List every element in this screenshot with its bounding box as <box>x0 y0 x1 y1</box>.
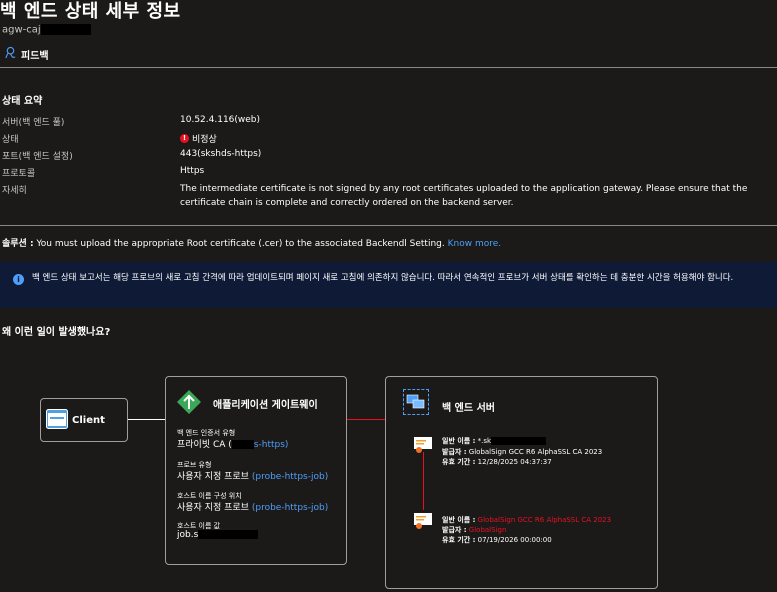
gateway-value-hostname-source: 사용자 지정 프로브 (probe-https-job) <box>177 500 328 513</box>
know-more-link[interactable]: Know more. <box>448 239 502 249</box>
page-title: 백 엔드 상태 세부 정보 <box>0 1 181 22</box>
feedback-label: 피드백 <box>21 50 49 62</box>
summary-label-protocol: 프로토콜 <box>2 169 36 179</box>
cert1-issuer-value: GlobalSign GCC R6 AlphaSSL CA 2023 <box>468 448 603 456</box>
cert-type-text: 프라이빗 CA ( <box>177 440 232 450</box>
redacted-block <box>491 437 547 445</box>
gateway-value-hostname-value: job.s <box>177 530 259 540</box>
solution-text: 솔루션 : You must upload the appropriate Ro… <box>2 236 501 249</box>
summary-value-port: 443(skshds-https) <box>180 149 262 159</box>
probe-type-link[interactable]: (probe-https-job) <box>252 472 328 482</box>
resource-name-text: agw-caj <box>2 24 41 36</box>
backend-title: 백 엔드 서버 <box>442 403 495 414</box>
cert-type-link[interactable]: s-https) <box>254 440 289 450</box>
redacted-block <box>198 530 259 539</box>
gateway-value-probe-type: 사용자 지정 프로브 (probe-https-job) <box>177 469 328 482</box>
cert-chain-connector <box>423 452 424 510</box>
cert2-issuer: 발급자 : GlobalSign <box>442 525 506 535</box>
cert1-issuer: 발급자 : GlobalSign GCC R6 AlphaSSL CA 2023 <box>442 447 602 457</box>
info-icon: i <box>13 274 24 285</box>
redacted-block <box>231 440 254 449</box>
cert2-issuer-label: 발급자 : <box>442 526 467 534</box>
status-text: 비정상 <box>192 135 217 145</box>
solution-label: 솔루션 : <box>2 239 34 249</box>
application-gateway-icon <box>176 389 202 419</box>
cert2-name-label: 일반 이름 : <box>442 516 476 524</box>
cert2-validity-value: 07/19/2026 00:00:00 <box>477 536 552 544</box>
cert2-validity: 유효 기간 : 07/19/2026 00:00:00 <box>442 535 552 545</box>
cert1-name: 일반 이름 : *.sk <box>442 436 547 446</box>
cert2-name: 일반 이름 : GlobalSign GCC R6 AlphaSSL CA 20… <box>442 515 611 525</box>
feedback-icon <box>4 46 17 62</box>
cert2-name-value: GlobalSign GCC R6 AlphaSSL CA 2023 <box>477 516 612 524</box>
hostname-value-text: job.s <box>177 530 199 540</box>
cert1-issuer-label: 발급자 : <box>442 448 467 456</box>
feedback-button[interactable]: 피드백 <box>4 46 49 62</box>
probe-type-text: 사용자 지정 프로브 <box>177 472 249 482</box>
summary-label-detail: 자세히 <box>2 186 27 196</box>
hostname-source-text: 사용자 지정 프로브 <box>177 503 249 513</box>
cert2-validity-label: 유효 기간 : <box>442 536 476 544</box>
client-icon <box>46 409 68 433</box>
resource-name: agw-caj <box>2 24 91 36</box>
summary-heading: 상태 요약 <box>2 96 43 107</box>
summary-value-server: 10.52.4.116(web) <box>180 115 261 125</box>
certificate-icon <box>413 436 433 458</box>
redacted-block <box>40 24 91 35</box>
connector-gateway-backend <box>345 419 385 420</box>
summary-label-port: 포트(백 엔드 설정) <box>2 152 73 162</box>
cert1-name-label: 일반 이름 : <box>442 437 476 445</box>
info-banner-text: 백 엔드 상태 보고서는 해당 프로브의 새로 고침 간격에 따라 업데이트되며… <box>32 273 734 283</box>
info-banner <box>0 262 777 308</box>
cert1-name-value: *.sk <box>477 437 492 445</box>
cert2-issuer-value: GlobalSign <box>468 526 507 534</box>
summary-label-server: 서버(백 엔드 풀) <box>2 118 65 128</box>
cert1-validity: 유효 기간 : 12/28/2025 04:37:37 <box>442 457 552 467</box>
summary-value-status: ! 비정상 <box>180 132 217 145</box>
cert1-validity-label: 유효 기간 : <box>442 458 476 466</box>
divider <box>0 67 777 68</box>
summary-value-detail: The intermediate certificate is not sign… <box>180 184 748 208</box>
certificate-icon <box>413 512 433 534</box>
summary-value-protocol: Https <box>180 166 205 176</box>
gateway-value-cert-type: 프라이빗 CA ( s-https) <box>177 437 288 450</box>
divider <box>0 225 777 226</box>
why-heading: 왜 이런 일이 발생했나요? <box>2 327 111 338</box>
client-label: Client <box>72 415 105 426</box>
error-icon: ! <box>180 134 189 143</box>
connector-client-gateway <box>126 419 166 420</box>
cert1-validity-value: 12/28/2025 04:37:37 <box>477 458 552 466</box>
summary-label-status: 상태 <box>2 135 19 145</box>
backend-server-icon <box>403 389 429 415</box>
gateway-title: 애플리케이션 게이트웨이 <box>213 400 318 411</box>
hostname-source-link[interactable]: (probe-https-job) <box>252 503 328 513</box>
solution-body: You must upload the appropriate Root cer… <box>33 239 445 249</box>
